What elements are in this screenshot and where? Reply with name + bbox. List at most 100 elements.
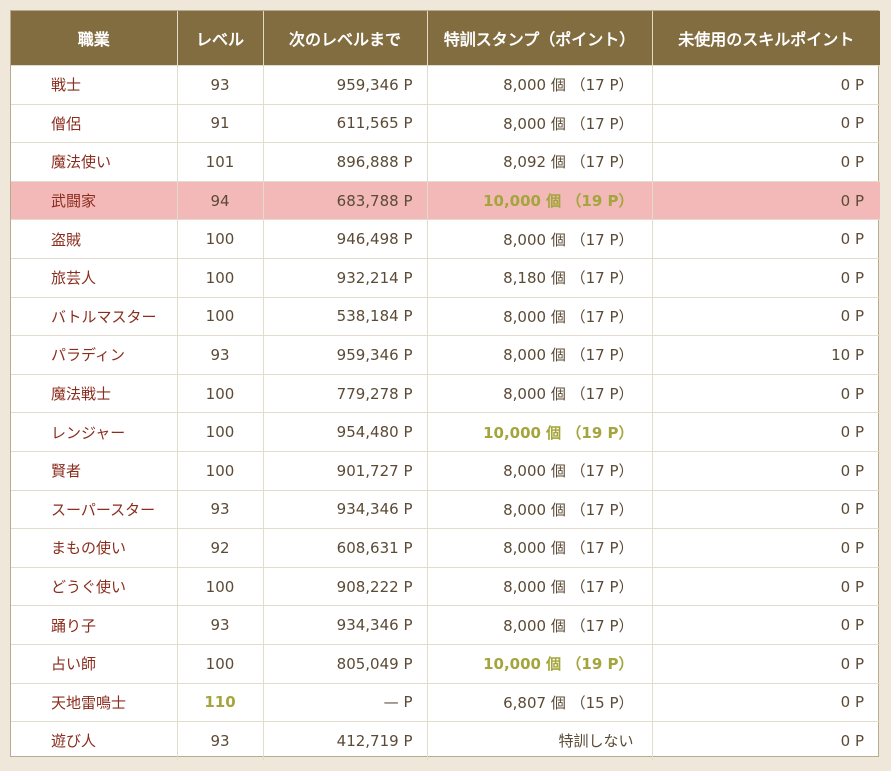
job-name-cell: どうぐ使い — [11, 566, 178, 606]
level-cell: 94 — [177, 180, 264, 220]
table-row: 占い師 100 805,049 P 10,000 個 （19 P） 0 P — [11, 643, 880, 683]
job-name-cell: 盗賊 — [11, 219, 178, 259]
training-stamp-cell: 8,000 個 （17 P） — [427, 373, 653, 413]
level-cell: 101 — [177, 142, 264, 182]
job-name-cell: まもの使い — [11, 528, 178, 568]
next-level-exp-cell: — P — [263, 682, 428, 722]
unused-skill-points-cell: 0 P — [652, 180, 880, 220]
level-cell: 93 — [177, 335, 264, 375]
job-name-cell: 賢者 — [11, 450, 178, 491]
job-name-cell: 僧侶 — [11, 103, 178, 143]
unused-skill-points-cell: 0 P — [652, 566, 880, 606]
training-stamp-cell: 10,000 個 （19 P） — [427, 180, 653, 220]
unused-skill-points-cell: 0 P — [652, 643, 880, 683]
level-cell: 110 — [177, 682, 264, 722]
table-row: 天地雷鳴士 110— P 6,807 個 （15 P） 0 P — [11, 682, 880, 722]
level-cell: 93 — [177, 605, 264, 645]
table-row: 踊り子 93 934,346 P 8,000 個 （17 P） 0 P — [11, 605, 880, 645]
training-stamp-cell: 8,000 個 （17 P） — [427, 489, 653, 529]
unused-skill-points-cell: 0 P — [652, 65, 880, 105]
level-cell: 100 — [177, 257, 264, 298]
next-level-exp-cell: 901,727 P — [263, 450, 428, 491]
col-header-next-level: 次のレベルまで — [263, 11, 428, 66]
job-name-cell: 占い師 — [11, 643, 178, 683]
next-level-exp-cell: 959,346 P — [263, 335, 428, 375]
next-level-exp-cell: 934,346 P — [263, 489, 428, 529]
training-stamp-cell: 8,000 個 （17 P） — [427, 450, 653, 491]
table-row: 僧侶 91 611,565 P 8,000 個 （17 P） 0 P — [11, 103, 880, 143]
table-row: 旅芸人 100 932,214 P 8,180 個 （17 P） 0 P — [11, 257, 880, 298]
table-row: 魔法使い 101 896,888 P 8,092 個 （17 P） 0 P — [11, 142, 880, 182]
job-name-cell: レンジャー — [11, 412, 178, 452]
training-stamp-cell: 10,000 個 （19 P） — [427, 412, 653, 452]
unused-skill-points-cell: 0 P — [652, 450, 880, 491]
next-level-exp-cell: 412,719 P — [263, 721, 428, 760]
unused-skill-points-cell: 0 P — [652, 142, 880, 182]
next-level-exp-cell: 932,214 P — [263, 257, 428, 298]
training-stamp-cell: 8,092 個 （17 P） — [427, 142, 653, 182]
job-name-cell: 旅芸人 — [11, 257, 178, 298]
next-level-exp-cell: 779,278 P — [263, 373, 428, 413]
job-table: 職業 レベル 次のレベルまで 特訓スタンプ（ポイント） 未使用のスキルポイント … — [11, 11, 880, 760]
job-name-cell: スーパースター — [11, 489, 178, 529]
level-cell: 100 — [177, 219, 264, 259]
table-header-row: 職業 レベル 次のレベルまで 特訓スタンプ（ポイント） 未使用のスキルポイント — [11, 11, 880, 66]
table-row: レンジャー 100 954,480 P 10,000 個 （19 P） 0 P — [11, 412, 880, 452]
unused-skill-points-cell: 0 P — [652, 296, 880, 336]
level-cell: 100 — [177, 643, 264, 683]
table-row: バトルマスター 100 538,184 P 8,000 個 （17 P） 0 P — [11, 296, 880, 336]
unused-skill-points-cell: 0 P — [652, 682, 880, 722]
unused-skill-points-cell: 0 P — [652, 373, 880, 413]
unused-skill-points-cell: 0 P — [652, 605, 880, 645]
job-name-cell: 戦士 — [11, 65, 178, 105]
training-stamp-cell: 8,000 個 （17 P） — [427, 335, 653, 375]
col-header-training-stamp: 特訓スタンプ（ポイント） — [427, 11, 653, 66]
next-level-exp-cell: 538,184 P — [263, 296, 428, 336]
training-stamp-cell: 8,000 個 （17 P） — [427, 528, 653, 568]
table-row: 賢者 100 901,727 P 8,000 個 （17 P） 0 P — [11, 450, 880, 491]
training-stamp-cell: 10,000 個 （19 P） — [427, 643, 653, 683]
job-name-cell: 踊り子 — [11, 605, 178, 645]
training-stamp-cell: 8,000 個 （17 P） — [427, 566, 653, 606]
training-stamp-cell: 8,000 個 （17 P） — [427, 605, 653, 645]
job-name-cell: 遊び人 — [11, 721, 178, 760]
level-cell: 100 — [177, 296, 264, 336]
next-level-exp-cell: 608,631 P — [263, 528, 428, 568]
level-cell: 91 — [177, 103, 264, 143]
col-header-unused-skill-points: 未使用のスキルポイント — [652, 11, 880, 66]
training-stamp-cell: 6,807 個 （15 P） — [427, 682, 653, 722]
unused-skill-points-cell: 0 P — [652, 219, 880, 259]
next-level-exp-cell: 805,049 P — [263, 643, 428, 683]
training-stamp-cell: 8,000 個 （17 P） — [427, 296, 653, 336]
table-row: スーパースター 93 934,346 P 8,000 個 （17 P） 0 P — [11, 489, 880, 529]
table-row: 盗賊 100 946,498 P 8,000 個 （17 P） 0 P — [11, 219, 880, 259]
job-status-panel: 職業 レベル 次のレベルまで 特訓スタンプ（ポイント） 未使用のスキルポイント … — [10, 10, 880, 760]
unused-skill-points-cell: 0 P — [652, 489, 880, 529]
next-level-exp-cell: 934,346 P — [263, 605, 428, 645]
table-row: まもの使い 92 608,631 P 8,000 個 （17 P） 0 P — [11, 528, 880, 568]
level-cell: 100 — [177, 412, 264, 452]
level-cell: 100 — [177, 566, 264, 606]
unused-skill-points-cell: 0 P — [652, 412, 880, 452]
level-cell: 100 — [177, 373, 264, 413]
training-stamp-cell: 8,000 個 （17 P） — [427, 65, 653, 105]
unused-skill-points-cell: 0 P — [652, 721, 880, 760]
next-level-exp-cell: 946,498 P — [263, 219, 428, 259]
next-level-exp-cell: 896,888 P — [263, 142, 428, 182]
level-cell: 100 — [177, 450, 264, 491]
next-level-exp-cell: 908,222 P — [263, 566, 428, 606]
table-row: 遊び人 93 412,719 P 特訓しない 0 P — [11, 721, 880, 760]
training-stamp-cell: 8,000 個 （17 P） — [427, 103, 653, 143]
level-cell: 93 — [177, 65, 264, 105]
job-name-cell: 武闘家 — [11, 180, 178, 220]
table-row: パラディン 93 959,346 P 8,000 個 （17 P） 10 P — [11, 335, 880, 375]
level-cell: 92 — [177, 528, 264, 568]
unused-skill-points-cell: 0 P — [652, 103, 880, 143]
table-row: 戦士 93 959,346 P 8,000 個 （17 P） 0 P — [11, 65, 880, 105]
job-name-cell: 魔法使い — [11, 142, 178, 182]
training-stamp-cell: 8,000 個 （17 P） — [427, 219, 653, 259]
unused-skill-points-cell: 10 P — [652, 335, 880, 375]
job-name-cell: 天地雷鳴士 — [11, 682, 178, 722]
training-stamp-cell: 8,180 個 （17 P） — [427, 257, 653, 298]
next-level-exp-cell: 683,788 P — [263, 180, 428, 220]
